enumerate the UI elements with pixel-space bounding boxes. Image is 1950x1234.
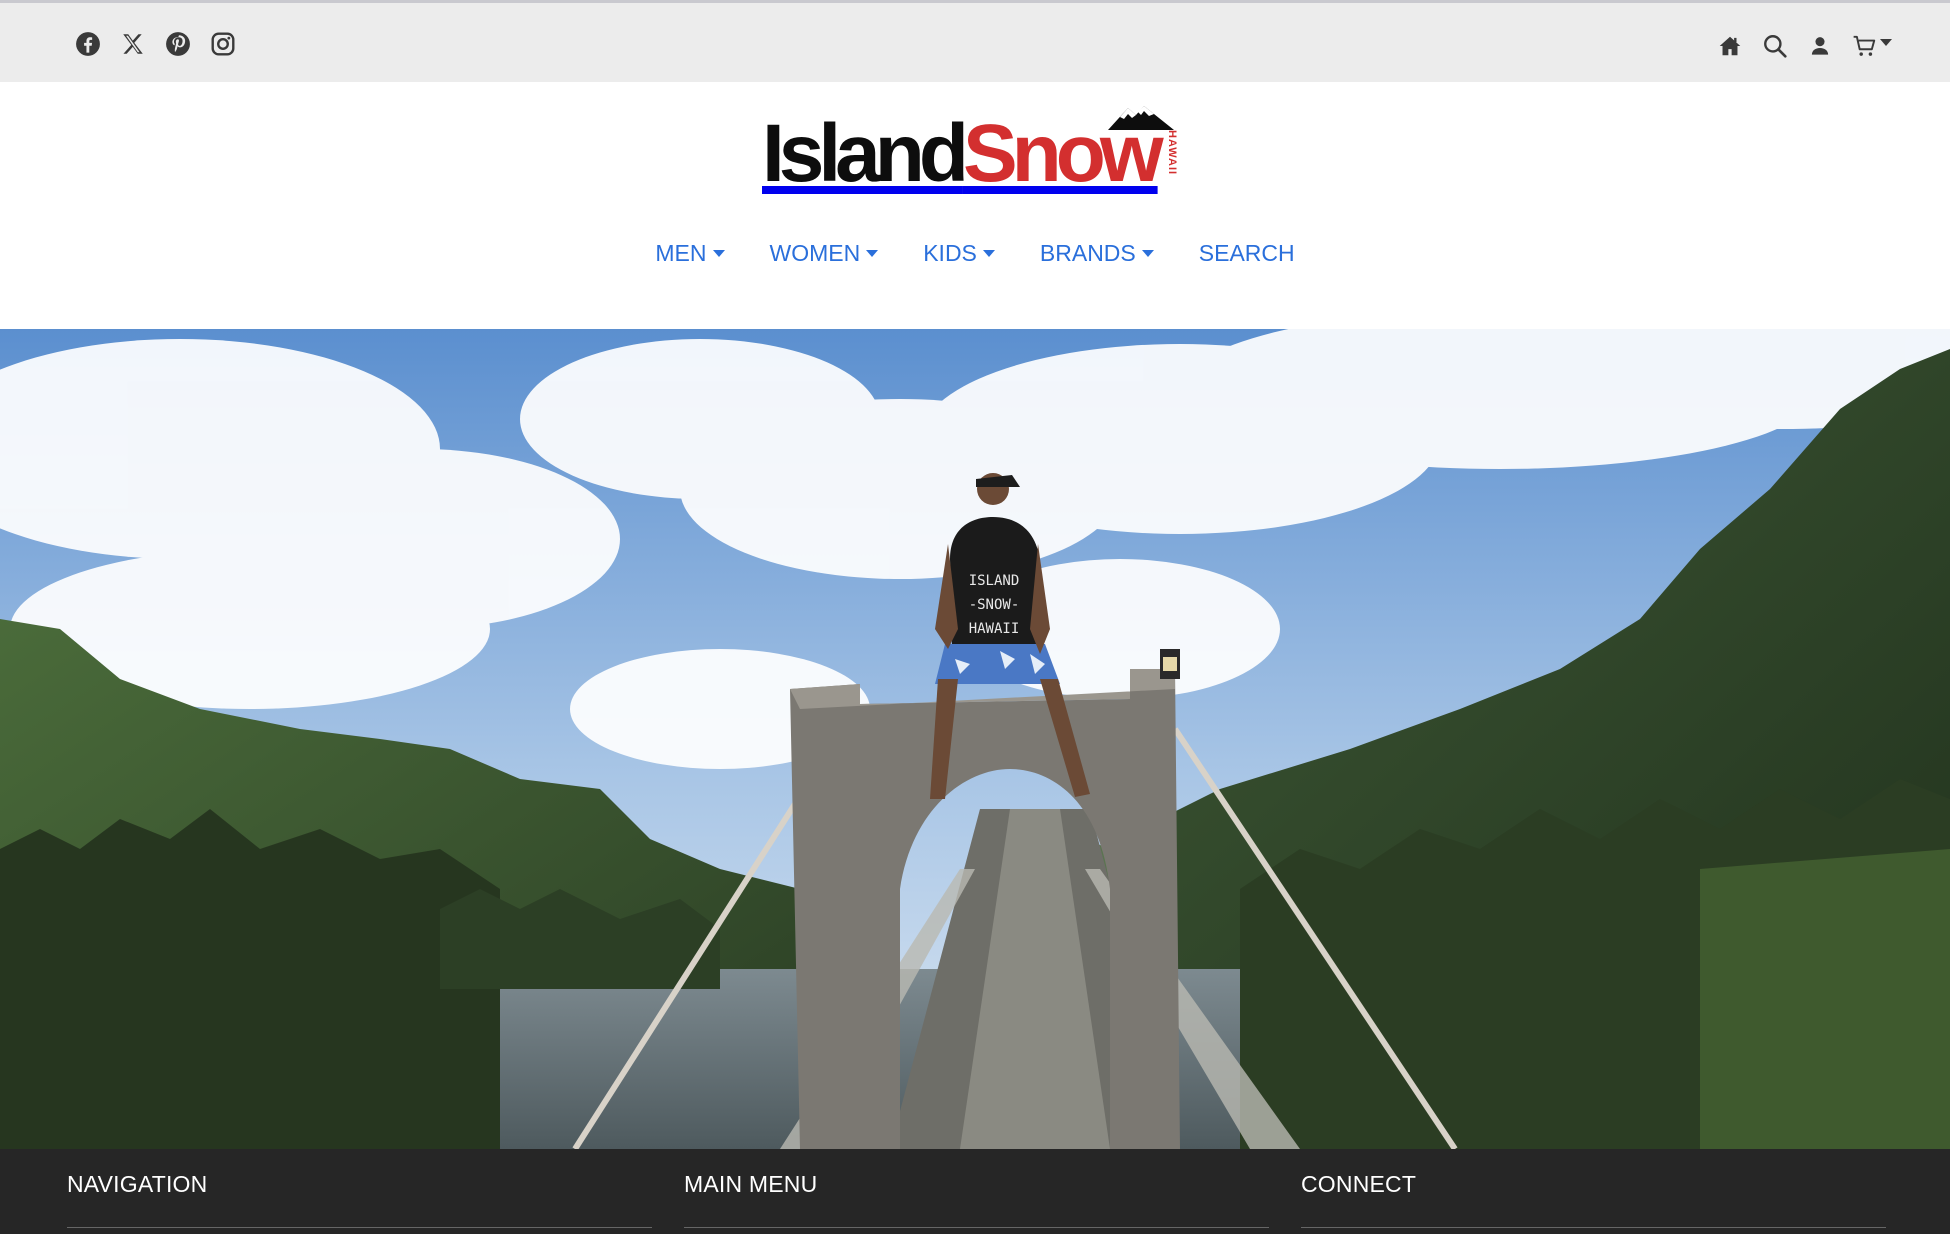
nav-men[interactable]: MEN — [655, 240, 725, 267]
search-icon[interactable] — [1762, 33, 1788, 59]
shirt-text-line-3: HAWAII — [969, 621, 1020, 637]
cart-icon — [1853, 35, 1876, 56]
nav-men-label: MEN — [655, 240, 707, 266]
hero-image: ISLAND -SNOW- HAWAII — [0, 329, 1950, 1149]
footer-divider — [1301, 1227, 1886, 1228]
nav-kids[interactable]: KIDS — [923, 240, 995, 267]
footer-heading-navigation: NAVIGATION — [67, 1171, 208, 1197]
caret-down-icon — [866, 250, 879, 257]
main-navigation: MEN WOMEN KIDS BRANDS SEARCH — [0, 240, 1950, 267]
home-icon[interactable] — [1717, 33, 1743, 59]
footer-heading-main-menu: MAIN MENU — [684, 1171, 818, 1197]
site-logo[interactable]: Island Snow HAWAII — [762, 100, 1192, 195]
social-links — [75, 31, 236, 57]
site-footer: NAVIGATION MAIN MENU CONNECT — [0, 1149, 1950, 1234]
logo-subtitle: HAWAII — [1166, 130, 1178, 176]
nav-search-label: SEARCH — [1198, 240, 1295, 266]
facebook-icon[interactable] — [75, 31, 101, 57]
footer-col-main-menu: MAIN MENU — [684, 1171, 1269, 1198]
nav-search[interactable]: SEARCH — [1199, 240, 1295, 267]
nav-brands-label: BRANDS — [1039, 240, 1136, 266]
nav-women[interactable]: WOMEN — [770, 240, 879, 267]
x-twitter-icon[interactable] — [120, 31, 146, 57]
cart-dropdown[interactable] — [1852, 33, 1894, 59]
nav-women-label: WOMEN — [769, 240, 861, 266]
pinterest-icon[interactable] — [165, 31, 191, 57]
account-icon[interactable] — [1807, 33, 1833, 59]
footer-divider — [67, 1227, 652, 1228]
top-utility-bar — [0, 0, 1950, 82]
mountain-logo-icon — [1108, 106, 1174, 130]
chevron-down-icon — [1880, 38, 1892, 46]
footer-col-navigation: NAVIGATION — [67, 1171, 652, 1198]
shirt-text-line-2: -SNOW- — [969, 597, 1020, 613]
logo-word-island: Island — [762, 108, 969, 199]
instagram-icon[interactable] — [210, 31, 236, 57]
footer-col-connect: CONNECT — [1301, 1171, 1886, 1198]
caret-down-icon — [1141, 250, 1154, 257]
caret-down-icon — [982, 250, 995, 257]
footer-divider — [684, 1227, 1269, 1228]
footer-heading-connect: CONNECT — [1301, 1171, 1417, 1197]
caret-down-icon — [712, 250, 725, 257]
nav-brands[interactable]: BRANDS — [1040, 240, 1154, 267]
utility-links — [1717, 33, 1894, 59]
hero-scene-illustration: ISLAND -SNOW- HAWAII — [0, 329, 1950, 1149]
shirt-text-line-1: ISLAND — [969, 573, 1020, 589]
nav-kids-label: KIDS — [923, 240, 977, 266]
